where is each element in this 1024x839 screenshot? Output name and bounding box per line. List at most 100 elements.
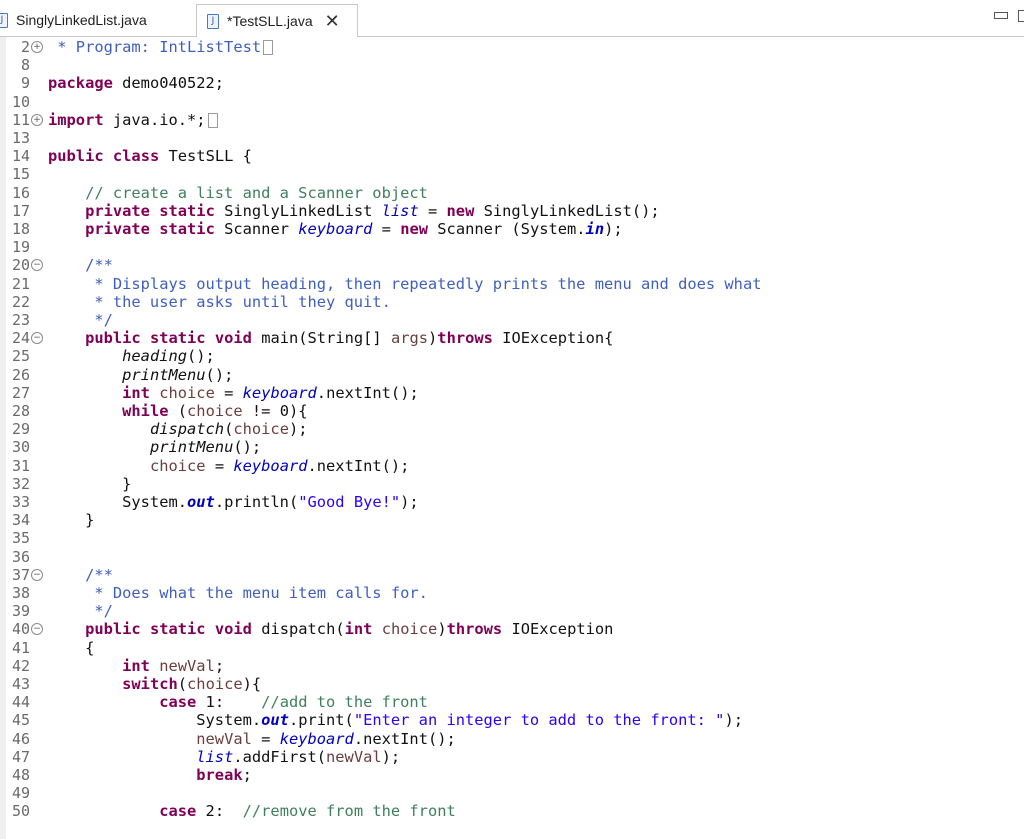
code-token: int: [344, 620, 373, 639]
code-line[interactable]: // create a list and a Scanner object: [48, 184, 428, 202]
line-number: 47: [11, 747, 30, 766]
code-line[interactable]: import java.io.*;: [48, 111, 218, 129]
code-line[interactable]: public static void main(String[] args)th…: [48, 329, 613, 347]
code-line[interactable]: }: [48, 511, 94, 529]
code-line[interactable]: dispatch(choice);: [48, 420, 308, 438]
code-token: choice: [187, 675, 243, 693]
fold-collapse-icon[interactable]: −: [31, 259, 43, 272]
line-number: 2: [20, 38, 30, 56]
code-line[interactable]: package demo040522;: [48, 74, 224, 92]
folded-region-icon[interactable]: [263, 40, 274, 55]
line-number: 31: [11, 456, 30, 475]
code-token: * Displays output heading, then repeated…: [48, 274, 762, 293]
line-number: 10: [11, 92, 30, 111]
line-number: 24: [11, 329, 30, 348]
tab-testsll[interactable]: J *TestSLL.java ✕: [196, 4, 358, 37]
code-line[interactable]: newVal = keyboard.nextInt();: [48, 730, 456, 748]
code-token: System.: [48, 493, 187, 511]
fold-collapse-icon[interactable]: −: [31, 332, 43, 345]
code-line[interactable]: int choice = keyboard.nextInt();: [48, 384, 419, 402]
code-line[interactable]: while (choice != 0){: [48, 402, 308, 420]
code-token: new: [446, 201, 475, 220]
code-line[interactable]: private static SinglyLinkedList list = n…: [48, 202, 660, 220]
code-line[interactable]: * Displays output heading, then repeated…: [48, 275, 761, 293]
code-token: throws: [446, 620, 503, 639]
code-line[interactable]: /**: [48, 566, 113, 584]
tab-singlylinkedlist[interactable]: J SinglyLinkedList.java: [0, 5, 197, 35]
code-line[interactable]: * the user asks until they quit.: [48, 293, 391, 311]
code-line[interactable]: /**: [48, 256, 113, 274]
code-line[interactable]: break;: [48, 766, 252, 784]
code-token: int: [122, 383, 150, 402]
code-token: SinglyLinkedList: [214, 201, 382, 220]
fold-expand-icon[interactable]: +: [31, 41, 43, 53]
line-number: 46: [11, 729, 30, 748]
code-line[interactable]: }: [48, 475, 131, 493]
code-token: ();: [187, 347, 215, 366]
code-token: class: [112, 147, 160, 166]
minimize-icon[interactable]: [994, 12, 1008, 19]
code-token: void: [214, 620, 252, 639]
folded-region-icon[interactable]: [207, 112, 218, 128]
code-token: != 0){: [242, 402, 308, 420]
code-line[interactable]: public static void dispatch(int choice)t…: [48, 620, 613, 638]
code-token: out: [261, 711, 289, 730]
code-token: .nextInt();: [316, 383, 419, 402]
code-line[interactable]: int newVal;: [48, 657, 224, 675]
line-number: 44: [11, 693, 30, 712]
line-number: 25: [11, 347, 30, 366]
code-line[interactable]: choice = keyboard.nextInt();: [48, 456, 410, 475]
code-token: choice: [149, 456, 206, 475]
line-number: 33: [11, 493, 30, 511]
code-line[interactable]: * Program: IntListTest: [48, 38, 274, 56]
code-line[interactable]: System.out.println("Good Bye!");: [48, 493, 419, 511]
code-editor[interactable]: 2 + * Program: IntListTest 8 9 package demo0…: [0, 37, 1024, 839]
code-token: printMenu: [149, 438, 234, 457]
code-line[interactable]: heading();: [48, 347, 215, 365]
code-token: IOException{: [492, 329, 614, 348]
code-line[interactable]: printMenu();: [48, 438, 261, 456]
code-line[interactable]: public class TestSLL {: [48, 147, 252, 165]
code-line[interactable]: case 1: //add to the front: [48, 693, 428, 711]
code-token: );: [381, 747, 401, 766]
code-line[interactable]: list.addFirst(newVal);: [48, 748, 400, 766]
fold-collapse-icon[interactable]: −: [31, 568, 43, 581]
line-number: 26: [11, 365, 30, 384]
code-token: keyboard: [298, 220, 373, 238]
code-token: * the user asks until they quit.: [48, 292, 391, 311]
code-token: 1:: [196, 693, 262, 712]
code-line[interactable]: */: [48, 311, 113, 329]
code-token: "Enter an integer to add to the front: ": [353, 711, 725, 730]
code-token: 2:: [196, 802, 243, 821]
fold-collapse-icon[interactable]: −: [31, 623, 43, 636]
close-icon[interactable]: ✕: [325, 11, 340, 32]
code-line[interactable]: private static Scanner keyboard = new Sc…: [48, 220, 623, 238]
code-line[interactable]: {: [48, 639, 94, 657]
code-token: keyboard: [242, 383, 317, 402]
code-token: =: [251, 729, 280, 748]
code-line[interactable]: System.out.print("Enter an integer to ad…: [48, 711, 743, 729]
java-file-icon: J: [0, 12, 8, 28]
code-line[interactable]: */: [48, 602, 113, 620]
code-token: newVal: [326, 747, 382, 766]
code-line[interactable]: case 2: //remove from the front: [48, 802, 456, 820]
fold-expand-icon[interactable]: +: [31, 113, 43, 126]
code-token: import: [48, 110, 104, 129]
line-number: 37: [11, 565, 30, 584]
code-line[interactable]: switch(choice){: [48, 675, 261, 693]
code-line[interactable]: printMenu();: [48, 366, 233, 384]
line-number: 18: [11, 220, 30, 238]
code-token: package: [48, 74, 113, 93]
code-line[interactable]: * Does what the menu item calls for.: [48, 584, 428, 602]
code-token: IOException: [502, 620, 614, 639]
maximize-icon[interactable]: [1018, 10, 1024, 22]
